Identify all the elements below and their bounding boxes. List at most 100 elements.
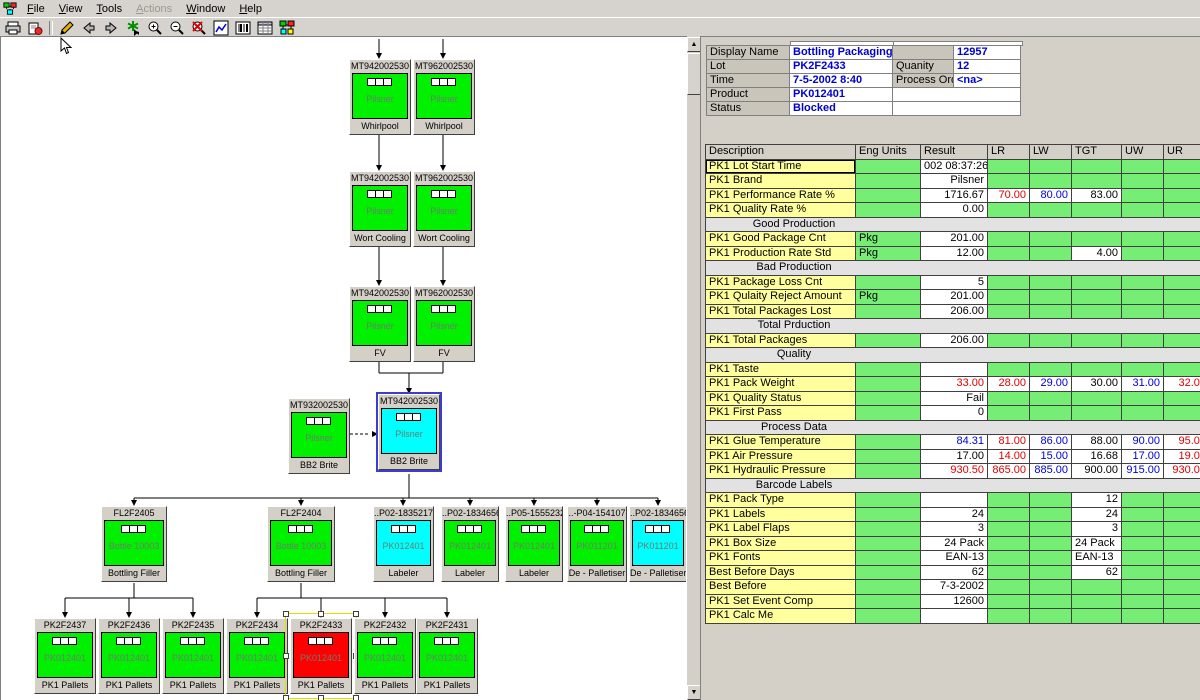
cell-lr[interactable]: 14.00 <box>988 450 1030 465</box>
cell-ur[interactable] <box>1164 537 1200 552</box>
cell-eng-units[interactable] <box>856 363 921 378</box>
cell-eng-units[interactable] <box>856 377 921 392</box>
cell-result[interactable]: 12600 <box>921 595 988 610</box>
flow-node-pk1-pallets[interactable]: PK2F2432PK012401PK1 Pallets <box>354 618 416 694</box>
cell-tgt[interactable]: EAN-13 <box>1072 551 1122 566</box>
cell-description[interactable]: PK1 Production Rate Std <box>706 247 856 262</box>
cell-lr[interactable] <box>988 551 1030 566</box>
nav-back-button[interactable] <box>78 19 100 36</box>
menu-item-file[interactable]: File <box>20 2 52 16</box>
cell-uw[interactable] <box>1122 305 1164 320</box>
cell-tgt[interactable] <box>1072 609 1122 624</box>
column-header[interactable]: LW <box>1030 145 1072 160</box>
cell-eng-units[interactable] <box>856 493 921 508</box>
genealogy-canvas[interactable]: MT942002530PilsnerWhirlpoolMT962002530Pi… <box>0 36 687 700</box>
cell-lw[interactable] <box>1030 276 1072 291</box>
cell-tgt[interactable]: 12 <box>1072 493 1122 508</box>
selection-handle[interactable] <box>283 695 289 700</box>
cell-lw[interactable] <box>1030 334 1072 349</box>
cell-lr[interactable] <box>988 493 1030 508</box>
cell-tgt[interactable]: 16.68 <box>1072 450 1122 465</box>
zoom-out-button[interactable] <box>166 19 188 36</box>
flow-node-wort-cooling[interactable]: MT962002530PilsnerWort Cooling <box>413 171 475 247</box>
cell-eng-units[interactable] <box>856 609 921 624</box>
cell-uw[interactable]: 17.00 <box>1122 450 1164 465</box>
zoom-in-button[interactable] <box>144 19 166 36</box>
cell-tgt[interactable] <box>1072 305 1122 320</box>
cell-result[interactable] <box>921 493 988 508</box>
cell-uw[interactable] <box>1122 232 1164 247</box>
selection-handle[interactable] <box>318 695 324 700</box>
cell-uw[interactable] <box>1122 493 1164 508</box>
cell-lw[interactable] <box>1030 508 1072 523</box>
cell-uw[interactable] <box>1122 566 1164 581</box>
cell-lw[interactable] <box>1030 580 1072 595</box>
cell-tgt[interactable]: 88.00 <box>1072 435 1122 450</box>
cell-tgt[interactable]: 62 <box>1072 566 1122 581</box>
cell-description[interactable]: PK1 Labels <box>706 508 856 523</box>
nav-forward-button[interactable] <box>100 19 122 36</box>
cell-ur[interactable] <box>1164 392 1200 407</box>
cell-description[interactable]: PK1 Set Event Comp <box>706 595 856 610</box>
cell-lw[interactable] <box>1030 203 1072 218</box>
cell-uw[interactable]: 90.00 <box>1122 435 1164 450</box>
cell-ur[interactable] <box>1164 290 1200 305</box>
cell-lw[interactable] <box>1030 160 1072 175</box>
cell-ur[interactable]: 19.00 <box>1164 450 1200 465</box>
cell-tgt[interactable] <box>1072 232 1122 247</box>
cell-lr[interactable] <box>988 203 1030 218</box>
cell-eng-units[interactable] <box>856 305 921 320</box>
cell-uw[interactable] <box>1122 508 1164 523</box>
cell-lw[interactable] <box>1030 305 1072 320</box>
cell-eng-units[interactable] <box>856 160 921 175</box>
cell-uw[interactable]: 915.00 <box>1122 464 1164 479</box>
cell-lr[interactable]: 28.00 <box>988 377 1030 392</box>
cell-lr[interactable]: 81.00 <box>988 435 1030 450</box>
cell-ur[interactable] <box>1164 363 1200 378</box>
cell-result[interactable]: 24 <box>921 508 988 523</box>
cell-description[interactable]: PK1 Performance Rate % <box>706 189 856 204</box>
cell-lw[interactable]: 80.00 <box>1030 189 1072 204</box>
cell-lr[interactable] <box>988 609 1030 624</box>
cell-tgt[interactable] <box>1072 276 1122 291</box>
cell-description[interactable]: PK1 Taste <box>706 363 856 378</box>
cell-uw[interactable] <box>1122 203 1164 218</box>
cell-ur[interactable] <box>1164 566 1200 581</box>
flow-node-fv[interactable]: MT962002530PilsnerFV <box>413 286 475 362</box>
cell-eng-units[interactable] <box>856 566 921 581</box>
cell-eng-units[interactable] <box>856 334 921 349</box>
cell-lw[interactable] <box>1030 595 1072 610</box>
cell-lr[interactable] <box>988 522 1030 537</box>
cell-lr[interactable] <box>988 232 1030 247</box>
flow-node-de-palletiser[interactable]: ..P02-1834656PK011201De - Palletiser <box>629 506 687 582</box>
cell-lw[interactable] <box>1030 392 1072 407</box>
cell-eng-units[interactable]: Pkg <box>856 232 921 247</box>
data-grid-button[interactable] <box>254 19 276 36</box>
cell-ur[interactable] <box>1164 522 1200 537</box>
cell-description[interactable]: PK1 Package Loss Cnt <box>706 276 856 291</box>
flow-node-wort-cooling[interactable]: MT942002530PilsnerWort Cooling <box>349 171 411 247</box>
column-header[interactable]: Description <box>706 145 856 160</box>
cell-uw[interactable] <box>1122 551 1164 566</box>
scroll-up-button[interactable]: ▲ <box>687 37 701 52</box>
cell-uw[interactable] <box>1122 392 1164 407</box>
cell-uw[interactable] <box>1122 363 1164 378</box>
cell-ur[interactable] <box>1164 508 1200 523</box>
cell-lw[interactable]: 29.00 <box>1030 377 1072 392</box>
selection-handle[interactable] <box>283 611 289 617</box>
cell-description[interactable]: PK1 Good Package Cnt <box>706 232 856 247</box>
cell-lw[interactable]: 15.00 <box>1030 450 1072 465</box>
cell-uw[interactable] <box>1122 247 1164 262</box>
flow-node-fv[interactable]: MT942002530PilsnerFV <box>349 286 411 362</box>
cell-uw[interactable] <box>1122 406 1164 421</box>
cell-tgt[interactable] <box>1072 580 1122 595</box>
cell-lw[interactable] <box>1030 290 1072 305</box>
cell-description[interactable]: PK1 Glue Temperature <box>706 435 856 450</box>
cell-lr[interactable] <box>988 160 1030 175</box>
cell-lr[interactable] <box>988 508 1030 523</box>
cell-uw[interactable]: 31.00 <box>1122 377 1164 392</box>
cell-tgt[interactable] <box>1072 203 1122 218</box>
cell-description[interactable]: PK1 Brand <box>706 174 856 189</box>
cell-description[interactable]: PK1 Total Packages <box>706 334 856 349</box>
cell-description[interactable]: PK1 Quality Rate % <box>706 203 856 218</box>
